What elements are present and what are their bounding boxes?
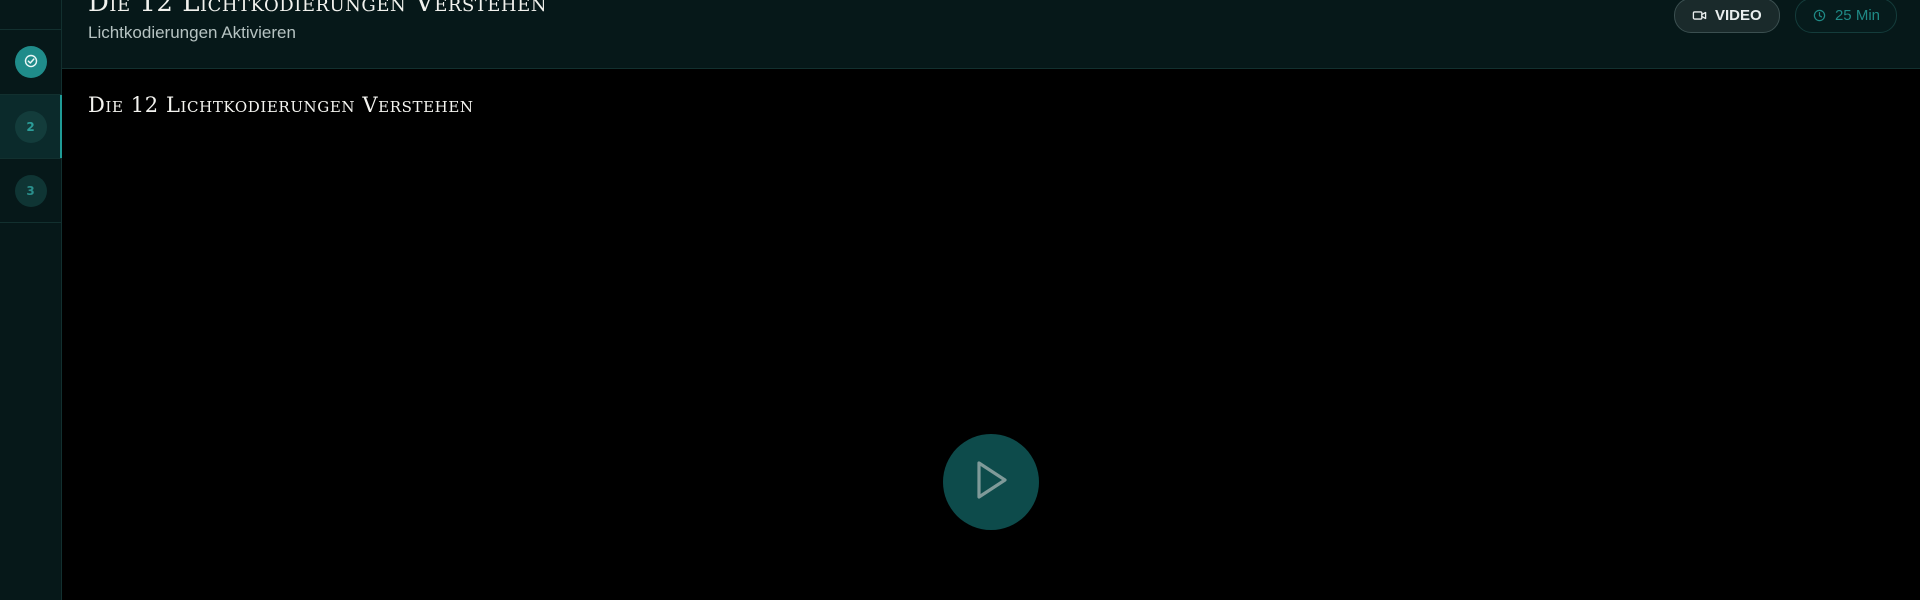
check-circle-icon xyxy=(24,54,38,71)
sidebar-step-3[interactable]: 3 xyxy=(0,159,61,223)
step-3-circle: 3 xyxy=(14,174,47,207)
video-badge-label: VIDEO xyxy=(1715,7,1762,24)
step-2-circle: 2 xyxy=(14,110,47,143)
video-player[interactable]: Die 12 Lichtkodierungen Verstehen xyxy=(62,69,1920,600)
sidebar-top-strip xyxy=(0,0,61,30)
video-type-badge[interactable]: VIDEO xyxy=(1674,0,1780,33)
sidebar-step-1[interactable] xyxy=(0,30,61,95)
lesson-sidebar: 2 3 xyxy=(0,0,62,600)
video-title-overlay: Die 12 Lichtkodierungen Verstehen xyxy=(88,93,474,117)
lesson-header: Die 12 Lichtkodierungen Verstehen Lichtk… xyxy=(62,0,1920,69)
step-1-circle xyxy=(14,46,47,78)
play-button[interactable] xyxy=(943,434,1039,530)
lesson-app: 2 3 Die 12 Lichtkodierungen Verstehen Li… xyxy=(0,0,1920,600)
lesson-subtitle: Lichtkodierungen Aktivieren xyxy=(88,23,296,42)
sidebar-step-2[interactable]: 2 xyxy=(0,95,62,159)
video-camera-icon xyxy=(1691,8,1707,24)
play-icon xyxy=(971,458,1011,507)
clock-icon xyxy=(1812,8,1827,24)
step-3-label: 3 xyxy=(26,183,35,198)
duration-badge: 25 Min xyxy=(1795,0,1897,33)
duration-label: 25 Min xyxy=(1834,7,1880,24)
step-2-label: 2 xyxy=(26,119,35,134)
lesson-title: Die 12 Lichtkodierungen Verstehen xyxy=(88,0,548,18)
